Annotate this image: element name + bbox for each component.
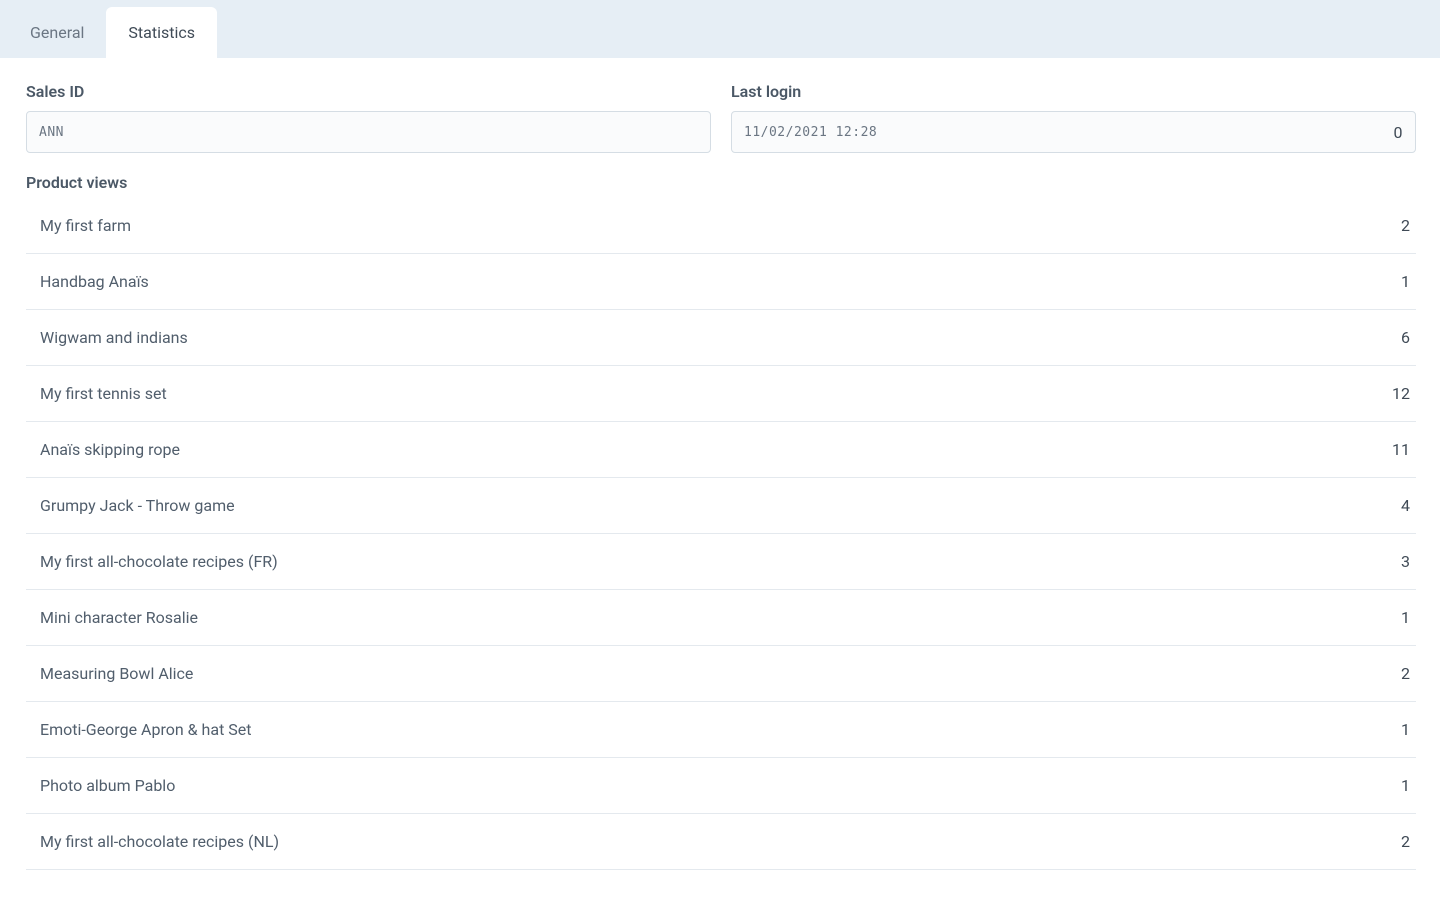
product-name: My first farm <box>40 216 131 235</box>
content-panel: Sales ID ANN Last login 11/02/2021 12:28… <box>0 58 1440 894</box>
list-item[interactable]: Measuring Bowl Alice 2 <box>26 646 1416 702</box>
last-login-extra: 0 <box>1394 123 1404 142</box>
tabs-container: General Statistics <box>0 0 1440 58</box>
product-name: Measuring Bowl Alice <box>40 664 193 683</box>
product-count: 1 <box>1390 272 1410 291</box>
tab-statistics[interactable]: Statistics <box>106 7 217 58</box>
list-item[interactable]: Mini character Rosalie 1 <box>26 590 1416 646</box>
product-count: 1 <box>1390 776 1410 795</box>
product-name: Wigwam and indians <box>40 328 188 347</box>
list-item[interactable]: Photo album Pablo 1 <box>26 758 1416 814</box>
product-count: 11 <box>1390 440 1410 459</box>
list-item[interactable]: My first farm 2 <box>26 198 1416 254</box>
list-item[interactable]: Wigwam and indians 6 <box>26 310 1416 366</box>
list-item[interactable]: Handbag Anaïs 1 <box>26 254 1416 310</box>
product-count: 2 <box>1390 832 1410 851</box>
product-name: Anaïs skipping rope <box>40 440 180 459</box>
sales-id-value: ANN <box>39 125 64 140</box>
tab-general[interactable]: General <box>8 7 106 58</box>
list-item[interactable]: Emoti-George Apron & hat Set 1 <box>26 702 1416 758</box>
product-name: Mini character Rosalie <box>40 608 198 627</box>
product-name: Photo album Pablo <box>40 776 175 795</box>
product-count: 6 <box>1390 328 1410 347</box>
sales-id-input[interactable]: ANN <box>26 111 711 153</box>
product-count: 4 <box>1390 496 1410 515</box>
product-views-list: My first farm 2 Handbag Anaïs 1 Wigwam and i… <box>26 198 1416 870</box>
last-login-input[interactable]: 11/02/2021 12:28 0 <box>731 111 1416 153</box>
product-count: 1 <box>1390 720 1410 739</box>
list-item[interactable]: My first all-chocolate recipes (FR) 3 <box>26 534 1416 590</box>
last-login-value: 11/02/2021 12:28 <box>744 125 877 140</box>
list-item[interactable]: Anaïs skipping rope 11 <box>26 422 1416 478</box>
product-name: Grumpy Jack - Throw game <box>40 496 235 515</box>
fields-row: Sales ID ANN Last login 11/02/2021 12:28… <box>26 82 1416 153</box>
last-login-field: Last login 11/02/2021 12:28 0 <box>731 82 1416 153</box>
product-name: My first tennis set <box>40 384 167 403</box>
product-views-label: Product views <box>26 173 1416 192</box>
list-item[interactable]: Grumpy Jack - Throw game 4 <box>26 478 1416 534</box>
product-count: 2 <box>1390 664 1410 683</box>
sales-id-label: Sales ID <box>26 82 711 101</box>
product-count: 3 <box>1390 552 1410 571</box>
product-name: My first all-chocolate recipes (FR) <box>40 552 278 571</box>
product-count: 12 <box>1390 384 1410 403</box>
list-item[interactable]: My first tennis set 12 <box>26 366 1416 422</box>
product-count: 2 <box>1390 216 1410 235</box>
last-login-label: Last login <box>731 82 1416 101</box>
sales-id-field: Sales ID ANN <box>26 82 711 153</box>
product-count: 1 <box>1390 608 1410 627</box>
product-name: My first all-chocolate recipes (NL) <box>40 832 279 851</box>
list-item[interactable]: My first all-chocolate recipes (NL) 2 <box>26 814 1416 870</box>
product-name: Handbag Anaïs <box>40 272 149 291</box>
product-name: Emoti-George Apron & hat Set <box>40 720 252 739</box>
